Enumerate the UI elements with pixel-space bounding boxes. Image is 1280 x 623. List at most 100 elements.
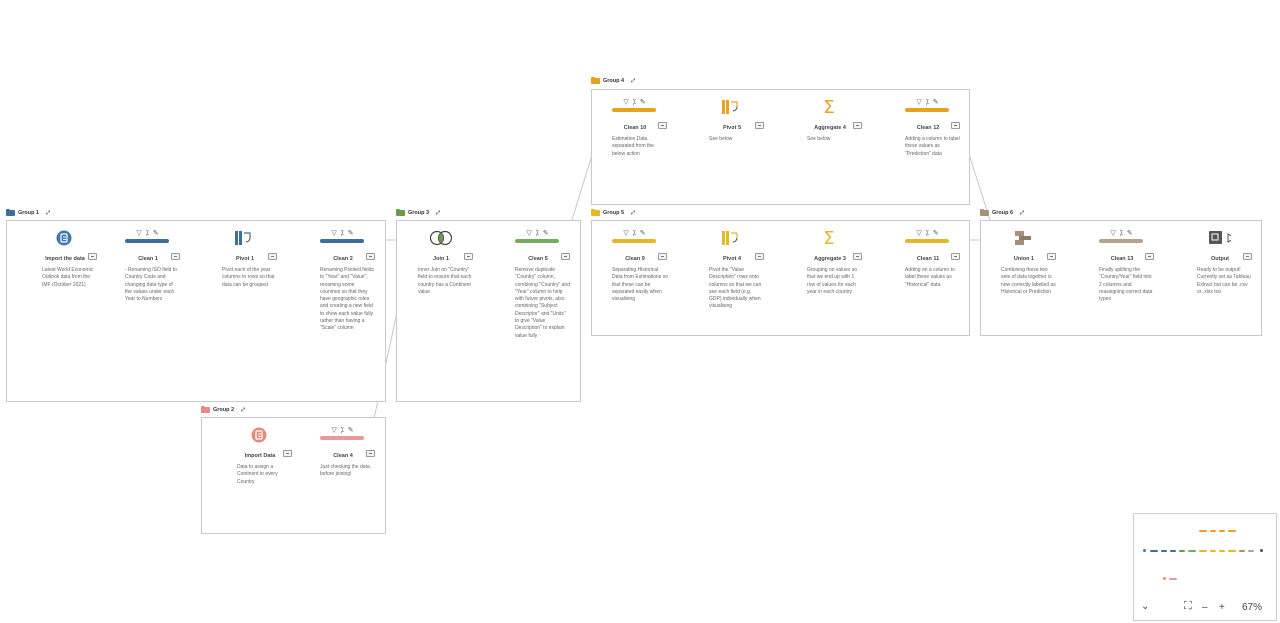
step-pivot4[interactable]: Pivot 4 Pivot the "Value Description" row… bbox=[697, 231, 767, 341]
clean-step-icon: ▽ ⁒ ✎ bbox=[331, 427, 355, 434]
expand-group-icon[interactable]: ⤢ bbox=[241, 407, 245, 413]
step-clean11[interactable]: ▽ ⁒ ✎ Clean 11 Adding on a column to label… bbox=[893, 230, 963, 341]
comment-icon[interactable] bbox=[464, 253, 473, 260]
comment-icon[interactable] bbox=[853, 253, 862, 260]
step-aggregate4[interactable]: Σ Aggregate 4 See below bbox=[795, 98, 865, 210]
minimap-step bbox=[1161, 550, 1167, 552]
comment-icon[interactable] bbox=[283, 450, 292, 457]
comment-icon[interactable] bbox=[366, 253, 375, 260]
group-3-label[interactable]: Group 3 ⤢ bbox=[396, 208, 440, 216]
step-clean10[interactable]: ▽ ⁒ ✎ Clean 10 Estimation Data separated f… bbox=[600, 99, 670, 210]
step-clean2[interactable]: ▽ ⁒ ✎ Clean 2 Renaming Pivoted fields to "… bbox=[308, 230, 378, 341]
aggregate-icon: Σ bbox=[817, 229, 841, 247]
step-clean5[interactable]: ▽ ⁒ ✎ Clean 5 Remove duplicate "Country" c… bbox=[503, 230, 573, 341]
step-description: Latest World Economic Outlook data from … bbox=[42, 267, 94, 288]
comment-icon[interactable] bbox=[951, 253, 960, 260]
comment-icon[interactable] bbox=[561, 253, 570, 260]
folder-icon bbox=[396, 208, 405, 216]
step-description: Adding on a column to label these values… bbox=[905, 267, 955, 288]
folder-icon bbox=[201, 405, 210, 413]
input-data-icon bbox=[52, 229, 76, 247]
clean-step-icon: ▽ ⁒ ✎ bbox=[623, 99, 647, 106]
group-name: Group 6 bbox=[992, 210, 1014, 216]
step-color-bar bbox=[612, 108, 656, 112]
chevron-down-icon[interactable]: ⌄ bbox=[1141, 601, 1149, 612]
pivot-step-icon bbox=[232, 229, 256, 247]
step-import2[interactable]: Import Data Data to assign a Continent to… bbox=[225, 426, 295, 538]
minimap-step bbox=[1170, 550, 1176, 552]
comment-icon[interactable] bbox=[853, 122, 862, 129]
minimap-step bbox=[1199, 530, 1207, 532]
minimap-step bbox=[1228, 550, 1236, 552]
step-description: Separating Historical Data from Estimati… bbox=[612, 267, 668, 303]
step-clean1[interactable]: ▽ ⁒ ✎ Clean 1- Renaming ISO field to Coun… bbox=[113, 230, 183, 341]
zoom-out-button[interactable]: – bbox=[1202, 602, 1208, 613]
step-pivot1[interactable]: Pivot 1 Pivot each of the year columns to… bbox=[210, 231, 280, 341]
zoom-toolbar: ⌄ ⛶ – + 67% bbox=[1133, 599, 1277, 619]
step-output[interactable]: Output Ready to be output! Currently set … bbox=[1185, 231, 1255, 341]
comment-icon[interactable] bbox=[1243, 253, 1252, 260]
group-4-label[interactable]: Group 4 ⤢ bbox=[591, 76, 635, 84]
minimap-step bbox=[1228, 530, 1236, 532]
comment-icon[interactable] bbox=[658, 122, 667, 129]
expand-group-icon[interactable]: ⤢ bbox=[46, 210, 50, 216]
comment-icon[interactable] bbox=[1047, 253, 1056, 260]
step-color-bar bbox=[320, 239, 364, 243]
folder-icon bbox=[591, 208, 600, 216]
minimap-step bbox=[1239, 550, 1245, 552]
expand-group-icon[interactable]: ⤢ bbox=[1020, 210, 1024, 216]
minimap-step bbox=[1210, 530, 1216, 532]
group-5-label[interactable]: Group 5 ⤢ bbox=[591, 208, 635, 216]
minimap-step bbox=[1219, 550, 1225, 552]
group-6-label[interactable]: Group 6 ⤢ bbox=[980, 208, 1024, 216]
comment-icon[interactable] bbox=[1145, 253, 1154, 260]
minimap-step bbox=[1219, 530, 1225, 532]
zoom-in-button[interactable]: + bbox=[1219, 602, 1225, 613]
minimap-step bbox=[1210, 550, 1216, 552]
group-2-label[interactable]: Group 2 ⤢ bbox=[201, 405, 245, 413]
comment-icon[interactable] bbox=[366, 450, 375, 457]
minimap-input bbox=[1260, 549, 1263, 552]
group-name: Group 2 bbox=[213, 407, 235, 413]
step-clean4[interactable]: ▽ ⁒ ✎ Clean 4 Just checking the data befor… bbox=[308, 427, 378, 538]
step-pivot5[interactable]: Pivot 5 See below bbox=[697, 100, 767, 210]
clean-step-icon: ▽ ⁒ ✎ bbox=[526, 230, 550, 237]
comment-icon[interactable] bbox=[268, 253, 277, 260]
pivot-step-icon bbox=[719, 229, 743, 247]
group-name: Group 5 bbox=[603, 210, 625, 216]
step-description: Combining these two sets of data togethe… bbox=[1001, 267, 1056, 295]
step-clean9[interactable]: ▽ ⁒ ✎ Clean 9 Separating Historical Data f… bbox=[600, 230, 670, 341]
step-description: Grouping on values so that we end up wit… bbox=[807, 267, 858, 295]
comment-icon[interactable] bbox=[171, 253, 180, 260]
minimap-step bbox=[1169, 578, 1177, 580]
minimap-step bbox=[1188, 550, 1196, 552]
group-name: Group 3 bbox=[408, 210, 430, 216]
fit-to-screen-icon[interactable]: ⛶ bbox=[1184, 600, 1192, 613]
expand-group-icon[interactable]: ⤢ bbox=[631, 78, 635, 84]
svg-text:Σ: Σ bbox=[823, 98, 834, 116]
flow-canvas[interactable]: Group 1 ⤢ Group 2 ⤢ Group 3 ⤢ Group 4 ⤢ Group 5 ⤢… bbox=[0, 0, 1280, 623]
comment-icon[interactable] bbox=[88, 253, 97, 260]
folder-icon bbox=[591, 76, 600, 84]
step-aggregate3[interactable]: Σ Aggregate 3 Grouping on values so that w… bbox=[795, 229, 865, 341]
step-import1[interactable]: Import the data Latest World Economic Out… bbox=[30, 229, 100, 341]
group-1-label[interactable]: Group 1 ⤢ bbox=[6, 208, 50, 216]
pivot-step-icon bbox=[719, 98, 743, 116]
step-union1[interactable]: Union 1 Combining these two sets of data … bbox=[989, 231, 1059, 341]
comment-icon[interactable] bbox=[951, 122, 960, 129]
comment-icon[interactable] bbox=[755, 253, 764, 260]
output-icon bbox=[1207, 229, 1231, 247]
step-clean12[interactable]: ▽ ⁒ ✎ Clean 12 Adding a column to label th… bbox=[893, 99, 963, 210]
step-description: See below bbox=[807, 136, 831, 142]
comment-icon[interactable] bbox=[755, 122, 764, 129]
expand-group-icon[interactable]: ⤢ bbox=[631, 210, 635, 216]
minimap-input bbox=[1163, 577, 1166, 580]
step-description: Just checking the data before joining! bbox=[320, 464, 370, 478]
expand-group-icon[interactable]: ⤢ bbox=[436, 210, 440, 216]
step-join1[interactable]: Join 1 Inner Join on "Country" field to e… bbox=[406, 230, 476, 341]
step-clean13[interactable]: ▽ ⁒ ✎ Clean 13 Finally splitting the "Coun… bbox=[1087, 230, 1157, 341]
clean-step-icon: ▽ ⁒ ✎ bbox=[623, 230, 647, 237]
comment-icon[interactable] bbox=[658, 253, 667, 260]
input-data-icon bbox=[247, 426, 271, 444]
clean-step-icon: ▽ ⁒ ✎ bbox=[916, 99, 940, 106]
